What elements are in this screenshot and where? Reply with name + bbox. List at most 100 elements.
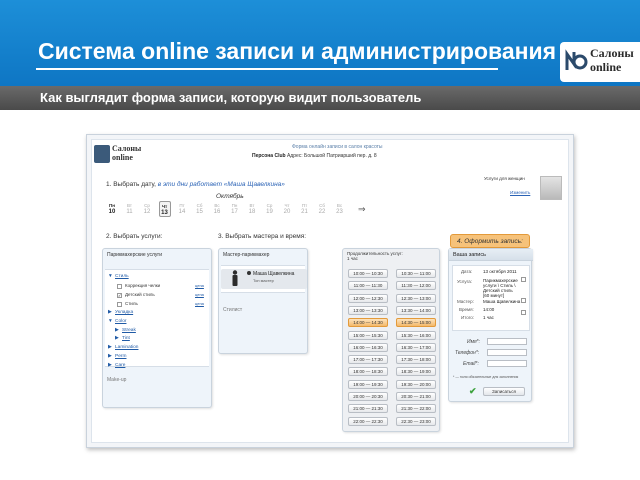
phone-field[interactable]: [487, 349, 527, 356]
service-category[interactable]: Perm: [115, 354, 126, 359]
calendar-day[interactable]: Чт 13: [158, 201, 171, 217]
submit-button[interactable]: Записаться: [483, 387, 525, 396]
step3-title: 3. Выбрать мастера и время:: [218, 233, 307, 240]
time-slot-button[interactable]: 10:00 — 10:30: [348, 269, 388, 278]
calendar-date: 14: [178, 209, 186, 215]
title-underline: [36, 68, 498, 70]
calendar-day[interactable]: Вт 11: [124, 203, 136, 215]
service-category[interactable]: Streak: [122, 328, 136, 333]
email-field[interactable]: [487, 360, 527, 367]
step1-title: 1. Выбрать дату, в эти дни работает «Маш…: [106, 181, 285, 188]
calendar-day[interactable]: Сб 22: [316, 203, 328, 215]
time-slot-button[interactable]: 13:30 — 14:00: [396, 305, 436, 315]
booking-form: Салоны online Форма онлайн записи в сало…: [91, 139, 569, 443]
time-slot-button[interactable]: 22:00 — 22:30: [348, 416, 388, 426]
calendar-day[interactable]: Пт 14: [176, 203, 188, 215]
expand-icon[interactable]: ▼: [108, 319, 113, 324]
time-slot-button[interactable]: 20:30 — 21:00: [396, 392, 436, 401]
time-slot-button[interactable]: 18:30 — 19:00: [396, 367, 436, 377]
time-slot-button[interactable]: 19:30 — 20:00: [396, 379, 436, 389]
collapsed-icon[interactable]: ▶: [108, 310, 112, 315]
next-week-arrow[interactable]: ⇒: [358, 204, 366, 215]
calendar-day[interactable]: Чт 20: [281, 203, 293, 215]
time-slot-button[interactable]: 12:00 — 12:30: [348, 293, 388, 303]
service-remove-checkbox[interactable]: [521, 298, 526, 303]
stylist-section[interactable]: Стилист: [223, 307, 242, 313]
calendar-day[interactable]: Пн 17: [229, 203, 241, 215]
time-slot-button[interactable]: 17:30 — 18:00: [396, 355, 436, 365]
service-label: Услуга:: [457, 279, 472, 284]
date-label: Дата:: [461, 269, 473, 274]
time-slot-button[interactable]: 10:30 — 11:00: [396, 269, 436, 278]
logo-line1: Салоны: [590, 46, 634, 60]
time-slot-button[interactable]: 11:30 — 12:00: [396, 281, 436, 291]
calendar-day[interactable]: Вс 16: [211, 203, 223, 215]
service-category[interactable]: Color: [115, 319, 126, 324]
duration-value: 1 час: [347, 256, 358, 261]
time-slot-button[interactable]: 20:00 — 20:30: [348, 392, 388, 401]
time-slot-button[interactable]: 11:00 — 11:30: [348, 281, 388, 291]
time-slot-button[interactable]: 15:30 — 16:00: [396, 330, 436, 340]
time-slot-button[interactable]: 18:00 — 18:30: [348, 367, 388, 377]
time-slot-button[interactable]: 21:30 — 22:00: [396, 404, 436, 414]
services-header[interactable]: Парикмахерские услуги: [107, 252, 162, 258]
collapsed-icon[interactable]: ▶: [108, 354, 112, 359]
services-panel: Парикмахерские услуги ▼ Стиль Коррекция че…: [102, 248, 212, 408]
collapsed-icon[interactable]: ▶: [108, 363, 112, 368]
time-slot-button[interactable]: 13:00 — 13:30: [348, 305, 388, 315]
time-slot-button[interactable]: 19:00 — 19:30: [348, 379, 388, 389]
service-category[interactable]: Care: [115, 363, 125, 368]
phone-label: Телефон*:: [455, 350, 480, 356]
calendar-day[interactable]: Вс 23: [334, 203, 346, 215]
time-slot-button[interactable]: 17:00 — 17:30: [348, 355, 388, 365]
makeup-section[interactable]: Make-up: [107, 377, 126, 383]
time-slot-button[interactable]: 14:00 — 14:30: [348, 318, 388, 328]
calendar-day[interactable]: Ср 19: [264, 203, 276, 215]
service-category[interactable]: Укладка: [115, 310, 133, 315]
master-panel: Мастер-парикмахер Маша Щавелкина Топ мас…: [218, 248, 308, 354]
time-slot-button[interactable]: 12:30 — 13:00: [396, 293, 436, 303]
time-slot-button[interactable]: 21:00 — 21:30: [348, 404, 388, 414]
service-checkbox[interactable]: ✓: [117, 293, 122, 298]
time-remove-checkbox[interactable]: [521, 310, 526, 315]
collapsed-icon[interactable]: ▶: [115, 328, 119, 333]
change-category-link[interactable]: Изменить: [510, 190, 530, 195]
collapsed-icon[interactable]: ▶: [108, 345, 112, 350]
calendar-day[interactable]: Сб 15: [194, 203, 206, 215]
time-slot-button[interactable]: 15:00 — 15:30: [348, 330, 388, 340]
salon-name: Персона Club: [252, 153, 286, 159]
time-slot-button[interactable]: 16:00 — 16:30: [348, 342, 388, 352]
collapsed-icon[interactable]: ▶: [115, 336, 119, 341]
price-link[interactable]: цена: [195, 292, 204, 297]
name-field[interactable]: [487, 338, 527, 345]
calendar-day[interactable]: Вт 18: [246, 203, 258, 215]
calendar-day[interactable]: Пн 10: [106, 203, 118, 215]
expand-icon[interactable]: ▼: [108, 274, 113, 279]
service-item-label: Детский стиль: [125, 292, 155, 297]
time-slot-button[interactable]: 16:30 — 17:00: [396, 342, 436, 352]
calendar-day[interactable]: Пт 21: [299, 203, 311, 215]
calendar-date: 17: [231, 209, 238, 215]
service-category[interactable]: Lamination: [115, 345, 138, 350]
duration-info: Продолжительность услуг: 1 час: [347, 251, 403, 261]
services-tree: ▼ Стиль Коррекция челки цена ✓ Детский стиль ц…: [105, 269, 209, 368]
time-slot-button[interactable]: 22:30 — 23:00: [396, 416, 436, 426]
service-checkbox[interactable]: [117, 302, 122, 307]
price-link[interactable]: цена: [195, 301, 204, 306]
calendar-day[interactable]: Ср 12: [141, 203, 153, 215]
service-checkbox[interactable]: [117, 284, 122, 289]
master-radio[interactable]: [247, 271, 251, 275]
price-link[interactable]: цена: [195, 283, 204, 288]
calendar-date: 23: [336, 209, 343, 215]
booking-form-window: Салоны online Форма онлайн записи в сало…: [86, 134, 574, 448]
calendar-date: 10: [108, 209, 116, 215]
calendar-date: 13: [161, 210, 168, 216]
service-category[interactable]: Tint: [122, 336, 130, 341]
service-category[interactable]: Стиль: [115, 274, 129, 279]
booking-summary: Дата: 13 октября 2011 Услуга: Парикмахер…: [452, 265, 530, 331]
master-category-header[interactable]: Мастер-парикмахер: [223, 252, 269, 258]
date-remove-checkbox[interactable]: [521, 277, 526, 282]
time-slot-button[interactable]: 14:30 — 15:00: [396, 318, 436, 328]
calendar-date: 16: [213, 209, 221, 215]
brand-logo-icon: [565, 49, 588, 70]
